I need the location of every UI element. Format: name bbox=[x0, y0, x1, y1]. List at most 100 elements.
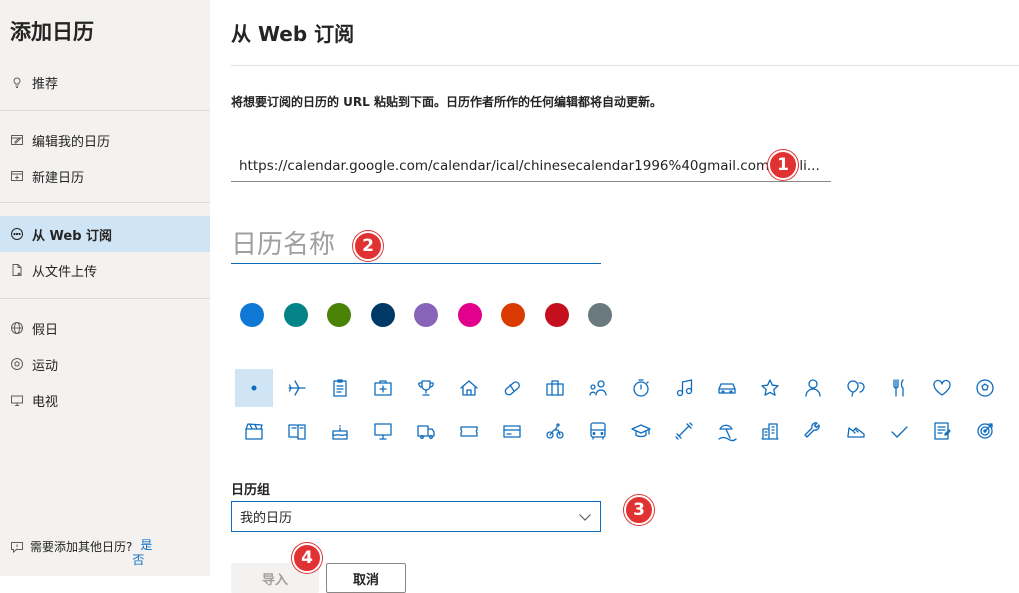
icon-option[interactable] bbox=[450, 412, 488, 450]
car-icon bbox=[718, 383, 736, 394]
icon-option[interactable] bbox=[321, 412, 359, 450]
sidebar-item-holidays[interactable]: 假日 bbox=[0, 310, 210, 346]
icon-option[interactable] bbox=[235, 369, 273, 407]
person-icon bbox=[805, 379, 821, 397]
divider bbox=[0, 110, 210, 111]
no-link[interactable]: 否 bbox=[132, 553, 152, 568]
divider bbox=[0, 202, 210, 203]
icon-option[interactable] bbox=[536, 369, 574, 407]
icon-option[interactable] bbox=[923, 412, 961, 450]
chevron-down-icon bbox=[578, 511, 592, 526]
sidebar-item-recommended[interactable]: 推荐 bbox=[0, 64, 210, 100]
icon-option[interactable] bbox=[880, 369, 918, 407]
target-icon bbox=[977, 423, 993, 439]
stopwatch-icon bbox=[633, 379, 649, 397]
sidebar-item-label: 编辑我的日历 bbox=[32, 134, 111, 150]
icon-option[interactable] bbox=[880, 412, 918, 450]
check-icon bbox=[891, 426, 908, 438]
pill-icon bbox=[504, 381, 520, 396]
color-swatch[interactable] bbox=[240, 303, 264, 327]
sidebar-item-tv[interactable]: 电视 bbox=[0, 382, 210, 418]
icon-option[interactable] bbox=[579, 412, 617, 450]
icon-option[interactable] bbox=[450, 369, 488, 407]
icon-option[interactable] bbox=[794, 369, 832, 407]
icon-option[interactable] bbox=[536, 412, 574, 450]
icon-option[interactable] bbox=[407, 369, 445, 407]
icon-option[interactable] bbox=[837, 369, 875, 407]
icon-option[interactable] bbox=[493, 412, 531, 450]
sidebar-item-new-calendar[interactable]: 新建日历 bbox=[0, 158, 210, 194]
sidebar-item-label: 从 Web 订阅 bbox=[32, 228, 113, 244]
heart-icon bbox=[933, 379, 951, 396]
color-swatch[interactable] bbox=[327, 303, 351, 327]
color-swatch[interactable] bbox=[414, 303, 438, 327]
icon-option[interactable] bbox=[235, 412, 273, 450]
dumbbell-icon bbox=[675, 422, 693, 440]
help-prompt: 需要添加其他日历? 是 否 bbox=[10, 538, 205, 568]
icon-option[interactable] bbox=[923, 369, 961, 407]
beach-icon bbox=[718, 424, 737, 442]
airplane-icon bbox=[288, 380, 306, 396]
sidebar-title: 添加日历 bbox=[10, 20, 94, 44]
step-badge-2: 2 bbox=[353, 231, 383, 261]
icon-option[interactable] bbox=[321, 369, 359, 407]
color-swatch[interactable] bbox=[544, 303, 569, 327]
color-swatch[interactable] bbox=[588, 303, 612, 327]
icon-option[interactable] bbox=[278, 412, 316, 450]
icon-option[interactable] bbox=[708, 412, 746, 450]
icon-option[interactable] bbox=[966, 369, 1004, 407]
icon-option[interactable] bbox=[407, 412, 445, 450]
url-input[interactable]: https://calendar.google.com/calendar/ica… bbox=[231, 150, 831, 182]
sidebar-item-label: 假日 bbox=[32, 322, 59, 338]
trophy-icon bbox=[418, 380, 434, 396]
cake-icon bbox=[332, 424, 348, 440]
page-title: 从 Web 订阅 bbox=[231, 22, 355, 46]
icon-option[interactable] bbox=[708, 369, 746, 407]
icon-option[interactable] bbox=[622, 412, 660, 450]
balloon-icon bbox=[847, 380, 865, 397]
calendar-group-label: 日历组 bbox=[231, 483, 271, 498]
icon-option[interactable] bbox=[665, 369, 703, 407]
icon-option[interactable] bbox=[665, 412, 703, 450]
icon-option[interactable] bbox=[364, 412, 402, 450]
tv-icon bbox=[10, 393, 24, 407]
sidebar-item-web-subscribe[interactable]: 从 Web 订阅 bbox=[0, 216, 210, 252]
icon-option[interactable] bbox=[579, 369, 617, 407]
icon-option[interactable] bbox=[751, 412, 789, 450]
sidebar-item-label: 从文件上传 bbox=[32, 264, 98, 280]
icon-option[interactable] bbox=[751, 369, 789, 407]
cyclist-icon bbox=[546, 423, 564, 439]
calendar-name-input[interactable]: 日历名称 bbox=[231, 226, 601, 264]
fork-knife-icon bbox=[893, 379, 904, 397]
icon-option[interactable] bbox=[278, 369, 316, 407]
bus-icon bbox=[590, 422, 606, 440]
icon-option[interactable] bbox=[794, 412, 832, 450]
globe-icon bbox=[10, 321, 24, 335]
icon-option[interactable] bbox=[966, 412, 1004, 450]
lightbulb-icon bbox=[10, 75, 24, 89]
step-badge-1: 1 bbox=[768, 150, 798, 180]
star-icon bbox=[761, 379, 779, 396]
cancel-button[interactable]: 取消 bbox=[326, 563, 406, 593]
people-icon bbox=[589, 380, 607, 396]
icon-option[interactable] bbox=[622, 369, 660, 407]
calendar-group-select[interactable]: 我的日历 bbox=[231, 501, 601, 532]
color-swatch[interactable] bbox=[370, 303, 395, 327]
icon-option[interactable] bbox=[837, 412, 875, 450]
icon-option[interactable] bbox=[364, 369, 402, 407]
icon-option[interactable] bbox=[493, 369, 531, 407]
medkit-icon bbox=[374, 380, 392, 396]
credit-card-icon bbox=[503, 425, 521, 438]
clipboard-icon bbox=[333, 379, 347, 397]
yes-link[interactable]: 是 bbox=[140, 538, 152, 553]
truck-icon bbox=[417, 425, 435, 439]
feedback-icon bbox=[10, 540, 24, 557]
color-swatch[interactable] bbox=[283, 303, 308, 327]
color-swatch[interactable] bbox=[501, 303, 525, 327]
sidebar-item-sports[interactable]: 运动 bbox=[0, 346, 210, 382]
sidebar-item-file-upload[interactable]: 从文件上传 bbox=[0, 252, 210, 288]
divider bbox=[231, 65, 1019, 66]
notepad-icon bbox=[934, 422, 951, 440]
color-swatch[interactable] bbox=[457, 303, 482, 327]
sidebar-item-edit-my-calendar[interactable]: 编辑我的日历 bbox=[0, 122, 210, 158]
